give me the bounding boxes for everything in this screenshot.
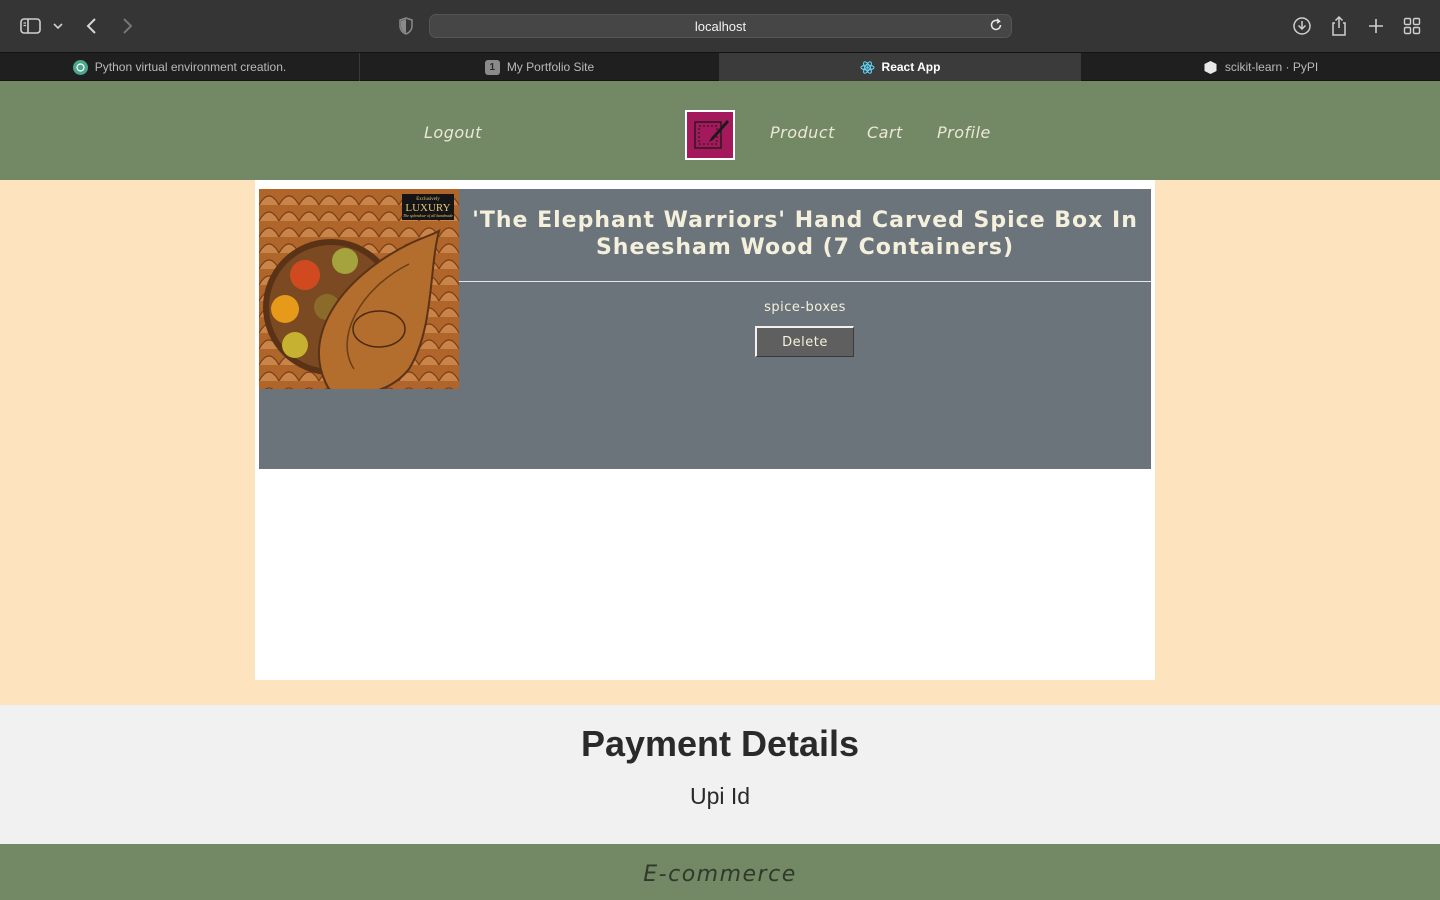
- payment-title: Payment Details: [580, 723, 860, 764]
- tab-portfolio[interactable]: 1 My Portfolio Site: [360, 53, 720, 81]
- nav-cart[interactable]: Cart: [867, 123, 903, 142]
- tab-label: Python virtual environment creation.: [94, 60, 287, 74]
- logo[interactable]: [685, 110, 735, 160]
- payment-section: Payment Details Upi Id: [0, 705, 1440, 844]
- reload-icon[interactable]: [989, 18, 1005, 34]
- card-divider: [459, 281, 1151, 282]
- tab-label: My Portfolio Site: [506, 60, 595, 74]
- share-icon[interactable]: [1326, 13, 1352, 39]
- chevron-down-icon[interactable]: [48, 13, 68, 39]
- address-bar[interactable]: localhost: [429, 14, 1012, 38]
- tab-overview-icon[interactable]: [1399, 13, 1425, 39]
- product-category: spice-boxes: [764, 300, 846, 315]
- product-image: Exclusively LUXURY The splendour of all …: [259, 189, 459, 389]
- tab-label: scikit-learn · PyPI: [1224, 60, 1319, 74]
- sidebar-toggle-icon[interactable]: [18, 13, 44, 39]
- cart-item-card: Exclusively LUXURY The splendour of all …: [259, 189, 1151, 469]
- browser-toolbar: localhost: [0, 0, 1440, 52]
- site-header: Logout Product Cart Profile: [0, 81, 1440, 180]
- logout-link[interactable]: Logout: [424, 123, 482, 142]
- tab-scikit-learn[interactable]: scikit-learn · PyPI: [1081, 53, 1440, 81]
- edit-square-icon: [694, 120, 729, 149]
- tab-bar: Python virtual environment creation. 1 M…: [0, 52, 1440, 81]
- download-icon[interactable]: [1289, 13, 1315, 39]
- footer-brand: E-commerce: [643, 862, 797, 887]
- nav-product[interactable]: Product: [770, 123, 835, 142]
- upi-id-label: Upi Id: [689, 783, 751, 809]
- forward-icon[interactable]: [114, 13, 140, 39]
- tab-python-venv[interactable]: Python virtual environment creation.: [0, 53, 360, 81]
- tab-label: React App: [881, 60, 941, 74]
- site-footer: E-commerce: [0, 844, 1440, 900]
- shield-icon[interactable]: [393, 13, 419, 39]
- nav-profile[interactable]: Profile: [937, 123, 991, 142]
- new-tab-icon[interactable]: [1363, 13, 1389, 39]
- product-title: 'The Elephant Warriors' Hand Carved Spic…: [472, 208, 1138, 260]
- url-text: localhost: [694, 18, 747, 34]
- openai-icon: [72, 59, 88, 75]
- react-icon: [860, 60, 875, 75]
- back-icon[interactable]: [79, 13, 105, 39]
- cart-container: Exclusively LUXURY The splendour of all …: [255, 180, 1155, 680]
- pypi-icon: [1203, 60, 1218, 75]
- number-badge-icon: 1: [484, 59, 500, 75]
- image-badge-script: The splendour of all handmade: [403, 213, 453, 218]
- tab-react-app[interactable]: React App: [720, 53, 1081, 81]
- delete-button[interactable]: Delete: [755, 326, 854, 357]
